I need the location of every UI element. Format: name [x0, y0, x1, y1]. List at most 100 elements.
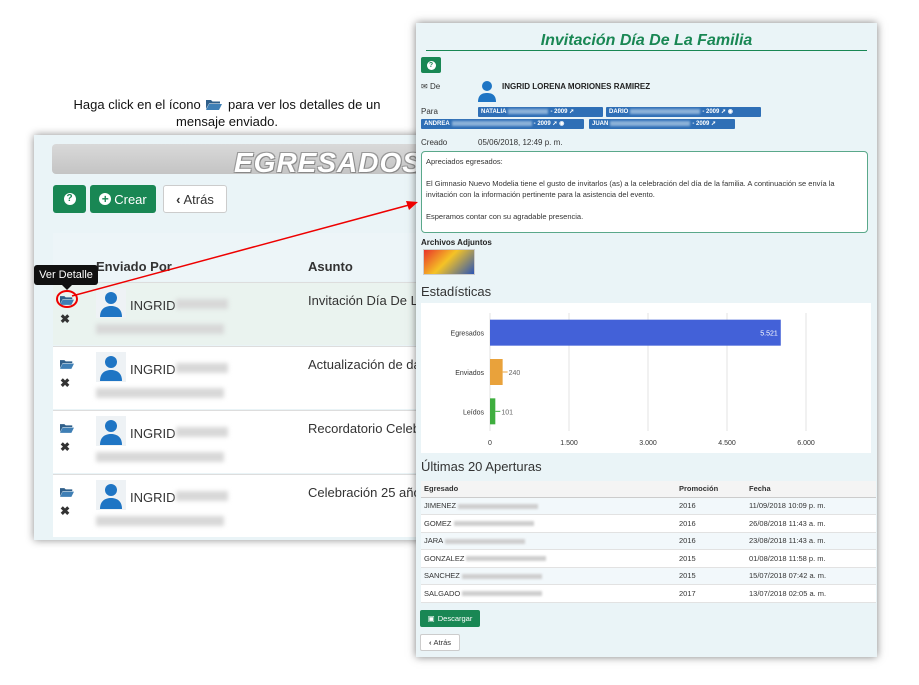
stats-title: Estadísticas — [421, 284, 492, 299]
stats-chart: 0 1.500 3.000 4.500 6.000 Egresados 5.521 Envia… — [421, 303, 871, 453]
message-greeting: Apreciados egresados: — [426, 157, 503, 166]
blurred-surname — [96, 324, 224, 334]
message-subject: Invitación Día De La — [308, 293, 426, 308]
to-label: Para — [421, 107, 438, 116]
bar — [490, 319, 781, 346]
eye-icon: ◉ — [559, 121, 565, 127]
sender-first-name: INGRID — [130, 426, 176, 441]
table-row: GONZALEZ 2015 01/08/2018 11:58 p. m. — [421, 549, 876, 568]
folder-open-icon[interactable] — [60, 423, 74, 433]
blurred-name — [176, 299, 228, 309]
avatar — [96, 480, 126, 510]
send-icon: ➚ — [721, 109, 727, 115]
recipient-tag[interactable]: NATALIA - 2009 ➚ — [478, 107, 603, 117]
back-label: Atrás — [183, 191, 214, 207]
message-closing: Esperamos contar con su agradable presen… — [426, 212, 584, 221]
table-row: SANCHEZ 2015 15/07/2018 07:42 a. m. — [421, 567, 876, 585]
table-row[interactable]: ✖ INGRID Celebración 25 años — [53, 474, 446, 537]
column-header-date: Fecha — [746, 481, 876, 498]
back-button[interactable]: ‹ Atrás — [163, 185, 227, 213]
x-tick-label: 1.500 — [560, 440, 578, 447]
send-icon: ➚ — [552, 121, 558, 127]
avatar — [96, 352, 126, 382]
table-row[interactable]: ✖ INGRID Invitación Día De La — [53, 282, 446, 345]
plus-icon: + — [99, 193, 112, 205]
attachment-thumbnail[interactable] — [423, 249, 475, 275]
chevron-left-icon: ‹ — [176, 191, 181, 207]
question-icon: ? — [426, 60, 436, 70]
openings-table: Egresado Promoción Fecha JIMENEZ 2016 11/0… — [421, 481, 876, 603]
sender-name: INGRID LORENA MORIONES RAMIREZ — [502, 82, 651, 91]
recipient-tag[interactable]: DARIO - 2009 ➚ ◉ — [606, 107, 761, 117]
message-detail-panel: Invitación Día De La Familia ? ✉ De INGR… — [416, 23, 877, 657]
sent-messages-panel: EGRESADOS ? + Crear ‹ Atrás Enviado Por As… — [34, 135, 446, 540]
table-row[interactable]: ✖ INGRID Actualización de dat — [53, 346, 446, 409]
question-icon: ? — [63, 193, 76, 205]
folder-open-icon — [206, 100, 223, 110]
last-openings-title: Últimas 20 Aperturas — [421, 459, 542, 474]
message-paragraph: El Gimnasio Nuevo Modelia tiene el gusto… — [426, 179, 835, 199]
column-header-promotion: Promoción — [676, 481, 746, 498]
help-button[interactable]: ? — [53, 185, 86, 213]
table-row: JIMENEZ 2016 11/09/2018 10:09 p. m. — [421, 497, 876, 515]
folder-open-icon[interactable] — [60, 359, 74, 369]
category-label: Enviados — [455, 370, 484, 377]
blurred-name — [176, 363, 228, 373]
blurred-surname — [96, 388, 224, 398]
sender-first-name: INGRID — [130, 362, 176, 377]
x-tick-label: 4.500 — [718, 440, 736, 447]
folder-open-icon[interactable] — [60, 487, 74, 497]
table-row: GOMEZ 2016 26/08/2018 11:43 a. m. — [421, 514, 876, 533]
created-value: 05/06/2018, 12:49 p. m. — [478, 138, 563, 147]
chevron-left-icon: ‹ — [428, 638, 432, 647]
table-row[interactable]: ✖ INGRID Recordatorio Celebr — [53, 410, 446, 473]
created-label: Creado — [421, 138, 448, 147]
x-tick-label: 6.000 — [797, 440, 815, 447]
message-subject: Recordatorio Celebr — [308, 421, 425, 436]
column-header-sender[interactable]: Enviado Por — [96, 259, 172, 274]
send-icon: ➚ — [711, 121, 717, 127]
instruction-before: Haga click en el ícono — [73, 97, 201, 112]
attachments-title: Archivos Adjuntos — [421, 238, 492, 247]
avatar — [96, 288, 126, 318]
message-subject: Actualización de dat — [308, 357, 425, 372]
detail-title: Invitación Día De La Familia — [540, 32, 753, 49]
delete-icon[interactable]: ✖ — [60, 312, 70, 326]
send-icon: ➚ — [569, 109, 575, 115]
delete-icon[interactable]: ✖ — [60, 376, 70, 390]
from-label: ✉ De — [421, 82, 441, 91]
avatar — [478, 81, 496, 102]
sender-first-name: INGRID — [130, 298, 176, 313]
message-subject: Celebración 25 años — [308, 485, 428, 500]
file-icon: ▣ — [427, 614, 435, 623]
data-label: 101 — [501, 409, 513, 416]
tooltip: Ver Detalle — [34, 265, 98, 290]
column-header-subject[interactable]: Asunto — [308, 259, 353, 274]
title-divider — [426, 50, 867, 51]
table-row: SALGADO 2017 13/07/2018 02:05 a. m. — [421, 584, 876, 603]
category-label: Egresados — [451, 331, 485, 338]
highlight-circle — [56, 290, 78, 308]
blurred-name — [176, 491, 228, 501]
x-tick-label: 0 — [488, 440, 492, 447]
instruction-text: Haga click en el ícono para ver los deta… — [62, 96, 392, 130]
message-body: Apreciados egresados: El Gimnasio Nuevo … — [421, 151, 868, 233]
avatar — [96, 416, 126, 446]
bar — [490, 398, 496, 425]
blurred-name — [176, 427, 228, 437]
delete-icon[interactable]: ✖ — [60, 504, 70, 518]
data-label: 5.521 — [760, 331, 778, 338]
create-button[interactable]: + Crear — [90, 185, 156, 213]
category-label: Leídos — [463, 409, 485, 416]
recipient-tag[interactable]: JUAN - 2009 ➚ — [589, 119, 735, 129]
help-button[interactable]: ? — [421, 57, 441, 73]
table-row: JARA 2016 23/08/2018 11:43 a. m. — [421, 532, 876, 550]
back-button[interactable]: ‹ Atrás — [420, 634, 460, 651]
delete-icon[interactable]: ✖ — [60, 440, 70, 454]
download-button[interactable]: ▣ Descargar — [420, 610, 480, 627]
bar — [490, 359, 503, 385]
recipient-tag[interactable]: ANDREA - 2009 ➚ ◉ — [421, 119, 584, 129]
data-label: 240 — [509, 370, 521, 377]
blurred-surname — [96, 516, 224, 526]
eye-icon: ◉ — [727, 109, 733, 115]
